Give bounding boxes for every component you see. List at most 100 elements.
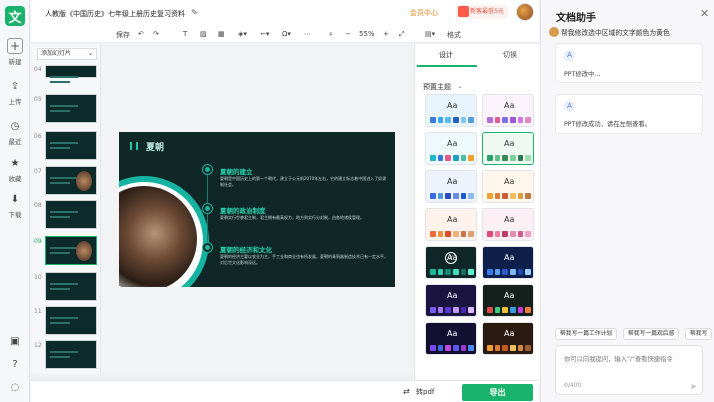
- current-slide[interactable]: 夏朝 夏朝的建立 夏朝是中国历史上的第一个朝代，建立于公元前2070年左右，它的…: [119, 132, 395, 287]
- edit-title-icon[interactable]: ✎: [191, 8, 198, 17]
- slide-title[interactable]: 夏朝: [146, 140, 164, 153]
- download-button[interactable]: ⬇ 下载: [2, 193, 28, 219]
- theme-card[interactable]: Aa: [482, 284, 534, 317]
- theme-card[interactable]: Aa: [482, 208, 534, 241]
- theme-card[interactable]: Aa: [482, 170, 534, 203]
- help-button[interactable]: ?: [2, 358, 28, 374]
- app-logo[interactable]: 文: [5, 6, 25, 26]
- item-body[interactable]: 夏朝的经济主要以农业为主，手工业和商业也有所发展，夏朝的青铜器制造技术已有一定水…: [220, 254, 390, 265]
- title-bars-icon: [130, 142, 138, 150]
- format-button[interactable]: 格式: [447, 30, 461, 40]
- theme-card[interactable]: Aa: [425, 94, 477, 127]
- slide-thumbnail[interactable]: [45, 131, 97, 160]
- favorites-label: 收藏: [8, 175, 22, 183]
- theme-card[interactable]: Aa: [482, 246, 534, 279]
- undo-icon[interactable]: ↶: [138, 30, 144, 38]
- promo-badge[interactable]: 新客最低5元: [456, 5, 508, 19]
- format-panel-icon[interactable]: ▤▾: [425, 30, 435, 38]
- color-swatch: [468, 307, 475, 313]
- theme-card[interactable]: Aa: [425, 208, 477, 241]
- fit-icon[interactable]: ⤢: [399, 30, 405, 39]
- preset-theme-label[interactable]: 预置主题: [423, 82, 451, 92]
- theme-card[interactable]: Aa: [482, 132, 534, 165]
- item-heading[interactable]: 夏朝的建立: [220, 166, 253, 176]
- slide-thumbnail[interactable]: [45, 200, 97, 229]
- selected-check-icon: ✓: [445, 252, 457, 264]
- slide-number: 12: [34, 342, 42, 349]
- zoom-out-icon[interactable]: −: [345, 30, 351, 38]
- theme-card[interactable]: Aa: [482, 94, 534, 127]
- item-body[interactable]: 夏朝实行世袭君主制，君主拥有最高权力，地方则实行分封制，由各地诸侯管理。: [220, 215, 390, 221]
- connector-icon[interactable]: ⌐▾: [260, 30, 269, 38]
- document-title[interactable]: 人教版《中国历史》七年级上册历史复习资料: [45, 9, 185, 19]
- zoom-in-icon[interactable]: +: [383, 30, 389, 38]
- slide-thumbnail[interactable]: [45, 340, 97, 369]
- header-bar: 人教版《中国历史》七年级上册历史复习资料 ✎ 会员中心 新客最低5元: [31, 0, 539, 27]
- tab-switch[interactable]: 切换: [503, 50, 517, 60]
- slide-number: 11: [34, 308, 42, 315]
- text-icon[interactable]: T: [183, 30, 187, 38]
- slide-thumbnail[interactable]: [45, 166, 97, 195]
- favorites-button[interactable]: ★ 收藏: [2, 157, 28, 183]
- slide-thumbnail[interactable]: [45, 306, 97, 335]
- color-swatch: [460, 307, 467, 313]
- item-heading[interactable]: 夏朝的政治制度: [220, 205, 266, 215]
- app-window: 文 + 新建 ⇪ 上传 ◷ 最近 ★ 收藏 ⬇ 下载 ▣ ? ◌ 人教版《中国历…: [0, 0, 714, 402]
- slide-thumbnail[interactable]: [45, 65, 97, 83]
- prompt-input-box[interactable]: 0/400 ➤: [555, 345, 703, 395]
- prompt-input[interactable]: [564, 356, 692, 363]
- save-button[interactable]: 保存: [116, 30, 130, 40]
- theme-card[interactable]: Aa: [425, 284, 477, 317]
- more-icon[interactable]: ⋯: [304, 30, 311, 38]
- redo-icon[interactable]: ↷: [153, 30, 159, 38]
- recent-button[interactable]: ◷ 最近: [2, 120, 28, 146]
- slide-thumbnail[interactable]: [45, 272, 97, 301]
- tab-design[interactable]: 设计: [439, 50, 453, 60]
- slides-panel: 添加幻灯片 ⌄ 04 05 06 07 08 09 10 11 12: [31, 44, 101, 374]
- bottom-bar: ⇄ 转pdf 导出: [31, 380, 539, 402]
- upload-button[interactable]: ⇪ 上传: [2, 80, 28, 106]
- close-icon[interactable]: ✕: [700, 7, 709, 20]
- suggestion-chip[interactable]: 帮我写: [685, 328, 713, 340]
- symbol-icon[interactable]: Ω▾: [282, 30, 291, 38]
- theme-card[interactable]: Aa: [425, 132, 477, 165]
- theme-sample-text: Aa: [504, 101, 515, 110]
- color-swatch: [460, 155, 467, 161]
- send-icon[interactable]: ➤: [690, 382, 697, 391]
- star-icon: ★: [10, 158, 20, 169]
- briefcase-button[interactable]: ▣: [2, 335, 28, 351]
- suggestion-chip[interactable]: 帮我写一篇工作计划: [555, 328, 618, 340]
- theme-card[interactable]: Aa: [425, 322, 477, 355]
- slide-number: 05: [34, 96, 42, 103]
- color-swatch: [460, 345, 467, 351]
- shape-icon[interactable]: ◈▾: [238, 30, 247, 38]
- item-body[interactable]: 夏朝是中国历史上的第一个朝代，建立于公元前2070年左右，它的建立标志着中国进入…: [220, 176, 390, 187]
- table-icon[interactable]: ▦: [218, 30, 225, 38]
- theme-card[interactable]: Aa ✓: [425, 246, 477, 279]
- theme-card[interactable]: Aa: [425, 170, 477, 203]
- theme-sample-text: Aa: [504, 329, 515, 338]
- theme-swatches: [487, 231, 532, 237]
- image-icon[interactable]: ▨: [200, 30, 207, 38]
- color-swatch: [502, 269, 509, 275]
- item-heading[interactable]: 夏朝的经济和文化: [220, 244, 272, 254]
- color-swatch: [502, 231, 509, 237]
- suggestion-chip[interactable]: 帮我写一篇观后感: [623, 328, 680, 340]
- color-swatch: [468, 231, 475, 237]
- chat-button[interactable]: ◌: [2, 381, 28, 397]
- slide-thumbnail[interactable]: [45, 236, 97, 265]
- export-button[interactable]: 导出: [462, 384, 533, 401]
- new-button[interactable]: + 新建: [2, 38, 28, 66]
- to-pdf-button[interactable]: 转pdf: [416, 387, 434, 397]
- assistant-title: 文档助手: [556, 13, 596, 24]
- add-slide-button[interactable]: 添加幻灯片 ⌄: [37, 48, 97, 60]
- slide-thumbnail[interactable]: [45, 94, 97, 123]
- assistant-bot-icon: A: [564, 101, 575, 112]
- zoom-level[interactable]: 55%: [359, 30, 375, 38]
- theme-card[interactable]: Aa: [482, 322, 534, 355]
- vip-center-link[interactable]: 会员中心: [410, 8, 438, 18]
- search-icon[interactable]: ⌕: [329, 30, 333, 39]
- user-avatar[interactable]: [516, 3, 534, 21]
- color-swatch: [502, 345, 509, 351]
- color-swatch: [437, 345, 444, 351]
